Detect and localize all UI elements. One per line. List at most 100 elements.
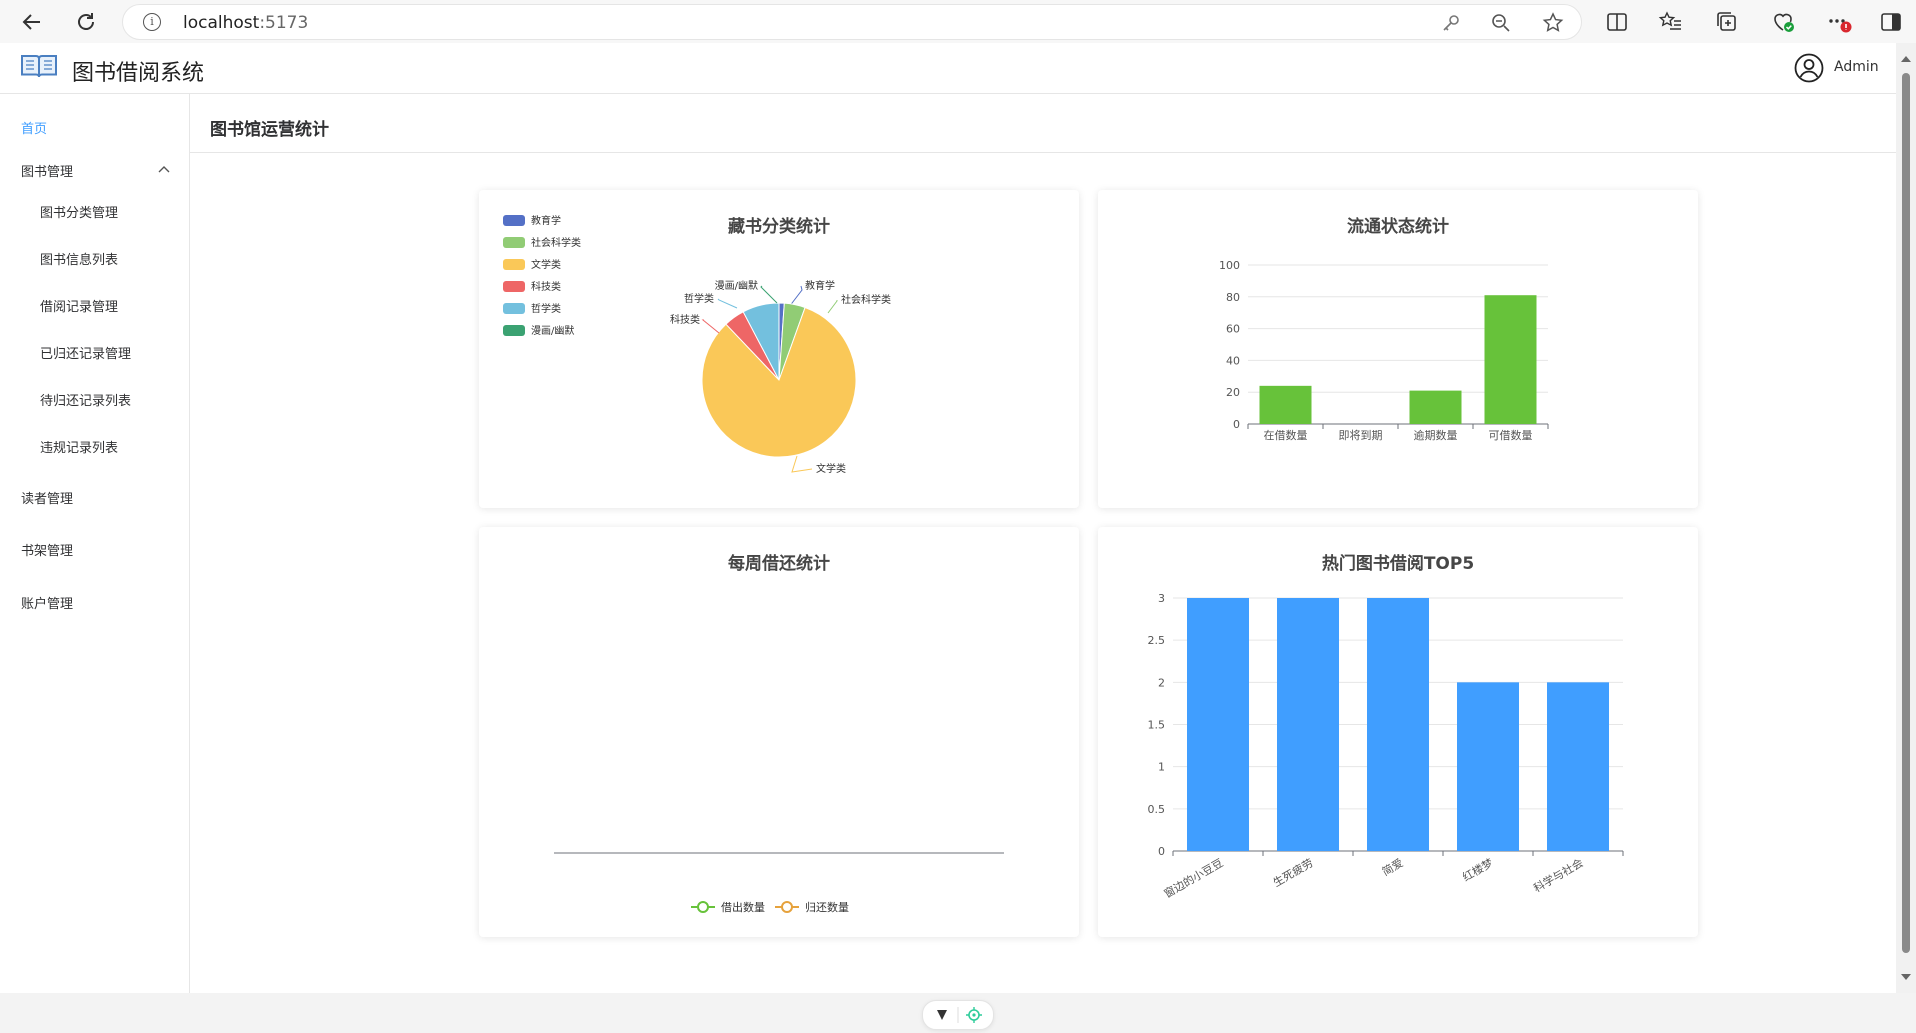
legend-label: 社会科学类 <box>531 236 581 249</box>
pie-label: 社会科学类 <box>841 293 891 306</box>
chart-card-top5: 热门图书借阅TOP5 0 0.5 1 1.5 2 2.5 3 窗边的小豆豆 生死疲劳 简爱 红楼梦科… <box>1098 527 1698 937</box>
book-logo-icon <box>21 55 57 78</box>
y-tick-label: 80 <box>1226 291 1240 304</box>
legend-label: 归还数量 <box>805 900 849 914</box>
y-tick-label: 0 <box>1233 418 1240 431</box>
y-tick-label: 60 <box>1226 323 1240 336</box>
pie-label-line <box>701 319 720 334</box>
page-title: 图书馆运营统计 <box>210 120 329 140</box>
browser-health-icon[interactable] <box>1770 9 1796 35</box>
split-screen-icon[interactable] <box>1604 9 1630 35</box>
pie-label: 文学类 <box>816 462 846 475</box>
pie-label-line <box>791 455 813 473</box>
legend-swatch <box>503 237 525 248</box>
menu-returned-records[interactable]: 已归还记录管理 <box>40 343 131 362</box>
bar <box>1259 385 1312 424</box>
legend-label: 漫画/幽默 <box>531 325 574 337</box>
pie-label-line <box>827 300 838 314</box>
legend-marker <box>697 901 709 913</box>
legend-swatch <box>503 281 525 292</box>
arrow-down-icon[interactable] <box>937 1010 947 1020</box>
weekly-line-chart: 借出数量 归还数量 <box>554 852 1004 914</box>
menu-account-management[interactable]: 账户管理 <box>21 593 73 612</box>
y-tick-label: 2.5 <box>1148 634 1166 647</box>
y-tick-label: 20 <box>1226 386 1240 399</box>
page-scrollbar[interactable] <box>1896 43 1916 993</box>
key-icon[interactable] <box>1439 11 1463 35</box>
x-tick-label: 生死疲劳 <box>1270 855 1315 889</box>
more-menu-icon[interactable] <box>1826 9 1852 35</box>
chevron-up-icon[interactable] <box>158 165 170 173</box>
user-avatar-icon[interactable] <box>1794 53 1824 83</box>
bar <box>1187 598 1249 851</box>
y-tick-label: 40 <box>1226 354 1240 367</box>
menu-book-management[interactable]: 图书管理 <box>21 161 73 180</box>
y-tick-label: 0.5 <box>1148 803 1166 816</box>
app-title: 图书借阅系统 <box>72 61 205 86</box>
favorites-list-icon[interactable] <box>1658 9 1684 35</box>
top5-bar-chart: 0 0.5 1 1.5 2 2.5 3 窗边的小豆豆 生死疲劳 简爱 红楼梦 科学与社会 <box>1148 592 1624 901</box>
browser-toolbar: i localhost:5173 <box>0 0 1916 43</box>
legend-label: 文学类 <box>531 258 561 271</box>
sidebar-toggle-icon[interactable] <box>1878 9 1904 35</box>
pie-label: 科技类 <box>670 313 700 326</box>
pie-label-line <box>760 285 778 304</box>
y-tick-label: 1 <box>1158 761 1165 774</box>
app-header: 图书借阅系统 Admin <box>0 43 1896 94</box>
menu-shelf-management[interactable]: 书架管理 <box>21 540 73 559</box>
legend-swatch <box>503 303 525 314</box>
menu-book-info-list[interactable]: 图书信息列表 <box>40 249 118 268</box>
y-tick-label: 0 <box>1158 845 1165 858</box>
x-tick-label: 简爱 <box>1379 855 1405 878</box>
bar <box>1484 295 1537 424</box>
chart-card-circulation: 流通状态统计 0 20 40 60 80 100 在借数量 即将到期 逾期数量 可借数量 <box>1098 190 1698 508</box>
reload-icon[interactable] <box>72 8 100 36</box>
x-tick-label: 逾期数量 <box>1414 428 1458 442</box>
pie-label-line <box>717 298 738 309</box>
legend-label: 教育学 <box>531 214 561 227</box>
scroll-thumb[interactable] <box>1902 73 1910 953</box>
back-icon[interactable] <box>18 8 46 36</box>
pie-label: 教育学 <box>805 279 835 292</box>
target-icon[interactable] <box>966 1007 982 1023</box>
chart-card-weekly: 每周借还统计 借出数量 归还数量 <box>479 527 1079 937</box>
favorite-star-icon[interactable] <box>1541 11 1565 35</box>
collections-icon[interactable] <box>1714 9 1740 35</box>
bar <box>1547 682 1609 851</box>
url-text: localhost:5173 <box>183 13 309 33</box>
menu-pending-return[interactable]: 待归还记录列表 <box>40 390 131 409</box>
legend-marker <box>781 901 793 913</box>
legend-swatch <box>503 325 525 336</box>
menu-borrow-records[interactable]: 借阅记录管理 <box>40 296 118 315</box>
legend-label: 科技类 <box>531 280 561 293</box>
address-bar[interactable]: i localhost:5173 <box>122 4 1582 40</box>
menu-reader-management[interactable]: 读者管理 <box>21 488 73 507</box>
user-name[interactable]: Admin <box>1834 59 1879 75</box>
legend-swatch <box>503 215 525 226</box>
legend-label: 借出数量 <box>721 900 765 914</box>
bar <box>1409 390 1462 424</box>
scroll-up-icon[interactable] <box>1896 49 1916 69</box>
y-tick-label: 100 <box>1219 259 1240 272</box>
menu-book-category[interactable]: 图书分类管理 <box>40 202 118 221</box>
site-info-icon[interactable]: i <box>143 13 161 31</box>
x-tick-label: 可借数量 <box>1489 429 1533 442</box>
x-tick-label: 在借数量 <box>1264 429 1308 442</box>
floating-toolbar[interactable] <box>922 1000 994 1030</box>
zoom-out-icon[interactable] <box>1489 11 1513 35</box>
bar <box>1367 598 1429 851</box>
app-page: 图书借阅系统 Admin 首页 图书管理 图书分类管理 图书信息列表 借阅记录管… <box>0 43 1896 1030</box>
title-divider <box>190 152 1896 153</box>
chart-card-category: 藏书分类统计 教育学 社会科学类 文学类 科技类 哲学类 漫画/幽默 教育学 社会科学类 文学类… <box>479 190 1079 508</box>
menu-home[interactable]: 首页 <box>21 118 47 137</box>
legend-label: 哲学类 <box>531 302 561 315</box>
pie-label: 漫画/幽默 <box>715 280 758 292</box>
pie-chart: 教育学社会科学类文学类科技类哲学类漫画/幽默教育学社会科学类文学类科技类哲学类漫… <box>503 214 891 475</box>
y-tick-label: 2 <box>1158 676 1165 689</box>
menu-violation-records[interactable]: 违规记录列表 <box>40 437 118 456</box>
bar <box>1277 598 1339 851</box>
x-tick-label: 红楼梦 <box>1460 855 1496 884</box>
scroll-down-icon[interactable] <box>1896 967 1916 987</box>
y-tick-label: 1.5 <box>1148 719 1166 732</box>
x-tick-label: 窗边的小豆豆 <box>1161 855 1225 900</box>
